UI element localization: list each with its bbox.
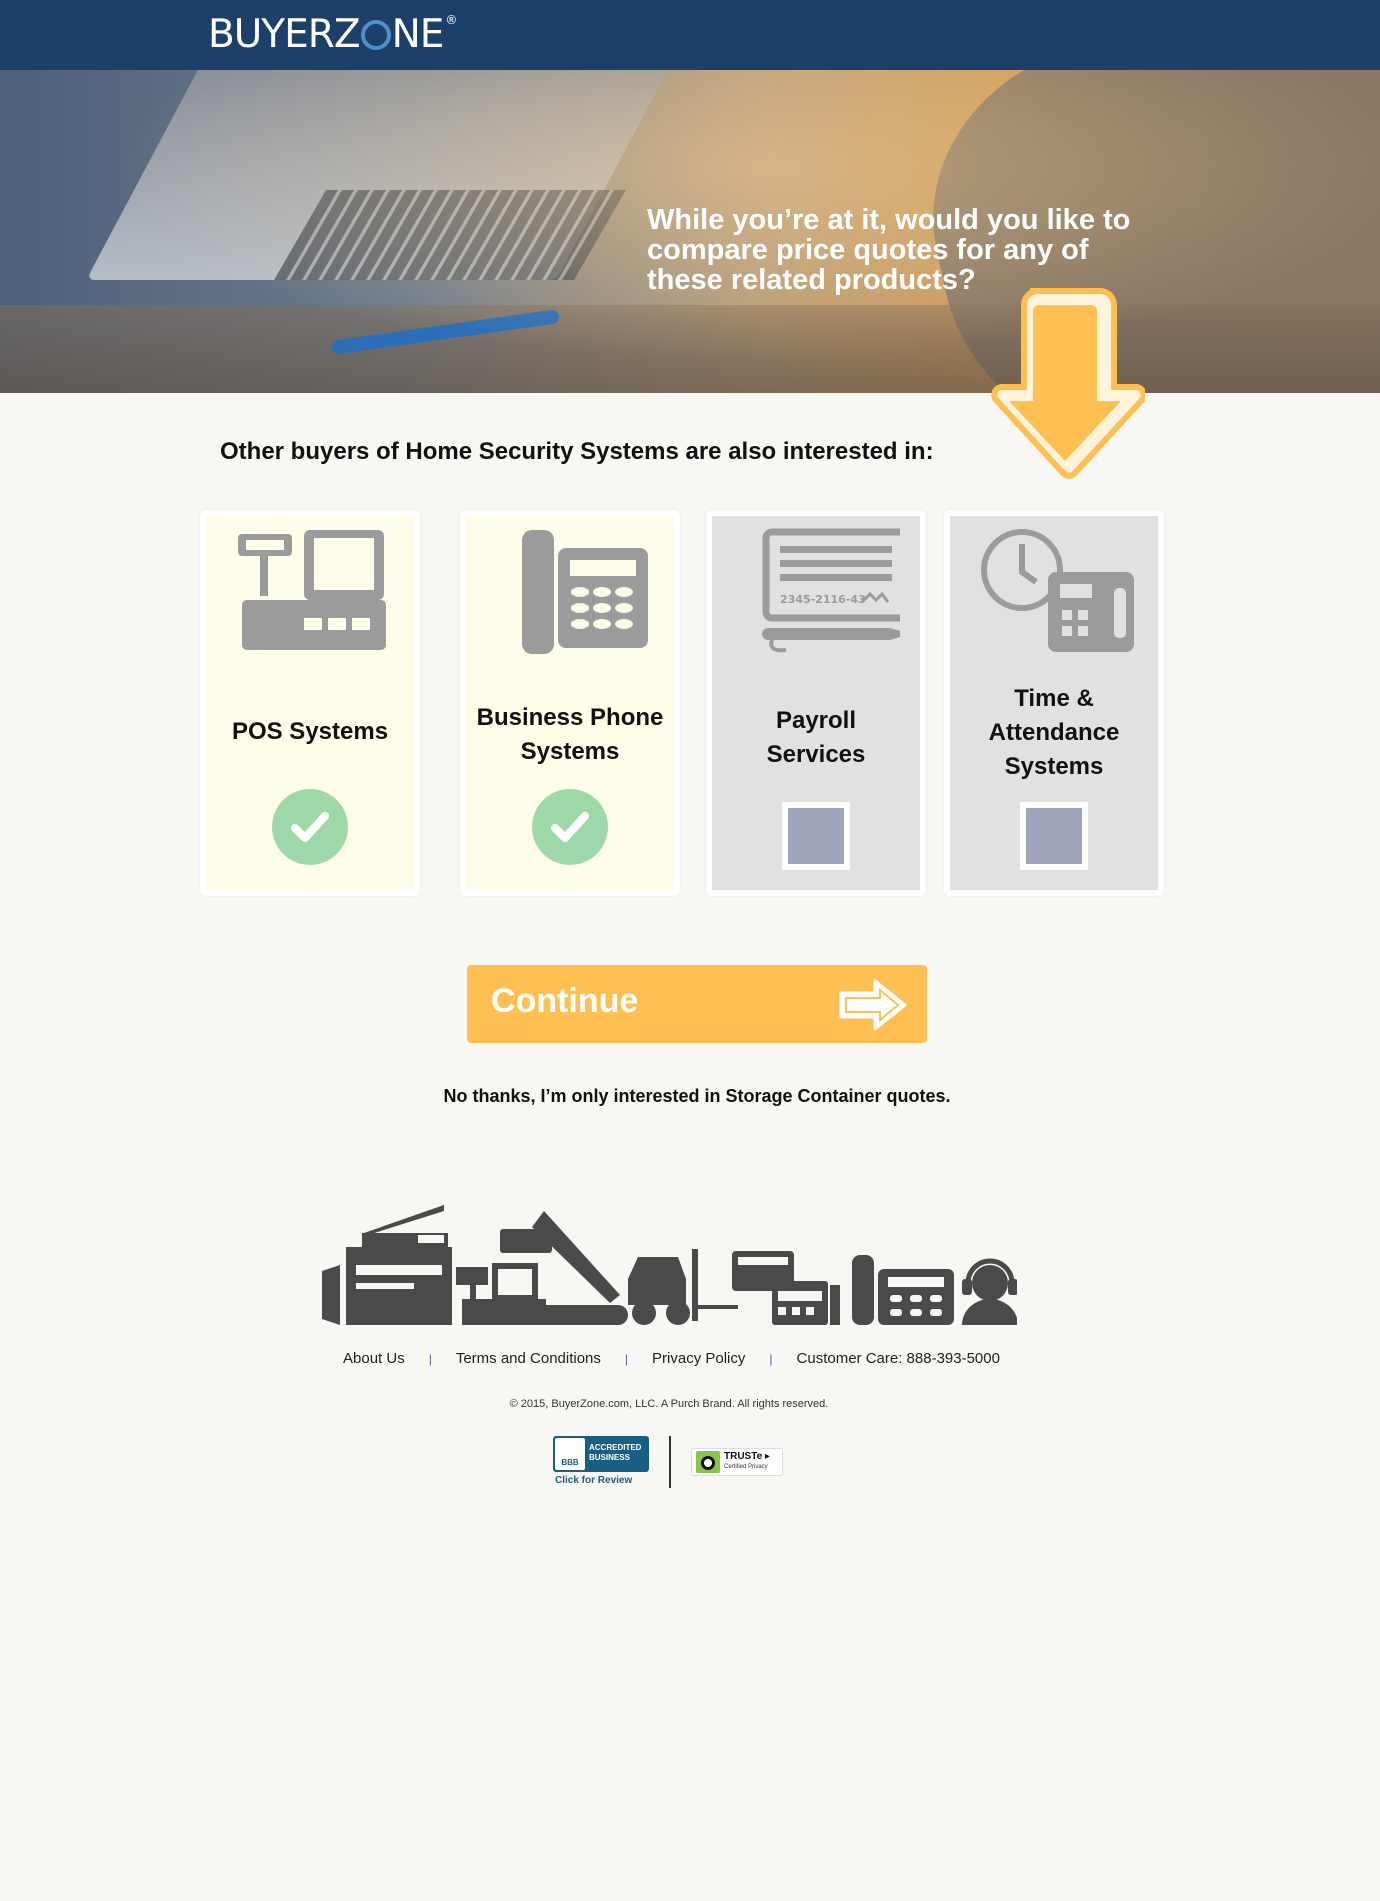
footer-separator: | xyxy=(624,1351,629,1366)
card-title-line-1: Payroll xyxy=(775,707,857,734)
card-title: POS Systems xyxy=(231,718,389,745)
logo-text-end: NE xyxy=(391,12,445,57)
unchecked-checkbox[interactable] xyxy=(782,802,850,870)
logo-o-ring-icon xyxy=(360,20,391,50)
card-payroll-services[interactable]: 2345-2116-43 Payroll Services xyxy=(706,510,926,896)
card-title-line-3: Systems xyxy=(1004,753,1104,780)
check-number: 2345-2116-43 xyxy=(780,593,866,606)
checkmark-icon[interactable] xyxy=(532,789,608,865)
related-products-heading: Other buyers of Home Security Systems ar… xyxy=(220,438,934,465)
card-title-line-1: Time & xyxy=(1014,685,1094,712)
card-title-line-2: Systems xyxy=(520,738,620,765)
footer-link-about[interactable]: About Us xyxy=(343,1350,405,1367)
hero-line-2: compare price quotes for any of xyxy=(647,234,1089,266)
paycheck-icon: 2345-2116-43 xyxy=(762,528,900,653)
right-arrow-icon xyxy=(839,979,907,1031)
checkmark-icon[interactable] xyxy=(272,789,348,865)
footer-links: About Us | Terms and Conditions | Privac… xyxy=(343,1350,1000,1367)
footer-separator: | xyxy=(769,1351,773,1366)
card-business-phone-systems[interactable]: Business Phone Systems xyxy=(460,510,680,896)
time-clock-icon xyxy=(981,529,1134,652)
pos-terminal-icon xyxy=(238,530,386,650)
card-title-line-1: Business Phone xyxy=(476,704,664,731)
bbb-accredited-line: ACCREDITED xyxy=(589,1443,642,1452)
buyerzone-logo[interactable]: BUYERZ NE ® xyxy=(208,12,457,58)
bbb-accredited-badge[interactable]: BBB ACCREDITED BUSINESS Click for Review xyxy=(553,1436,649,1488)
registered-mark: ® xyxy=(445,13,457,27)
truste-badge[interactable]: TRUSTe ▸ Certified Privacy xyxy=(691,1448,783,1476)
footer-link-privacy[interactable]: Privacy Policy xyxy=(652,1350,745,1367)
down-arrow-icon xyxy=(991,288,1145,479)
bbb-logo-text: BBB xyxy=(561,1458,579,1467)
product-silhouettes-icon xyxy=(322,1205,1017,1325)
card-time-attendance-systems[interactable]: Time & Attendance Systems xyxy=(944,510,1164,896)
logo-text: BUYERZ xyxy=(208,12,361,57)
hero-question: While you’re at it, would you like to co… xyxy=(647,205,1187,295)
badge-divider xyxy=(669,1436,671,1488)
copyright-text: © 2015, BuyerZone.com, LLC. A Purch Bran… xyxy=(509,1398,829,1410)
trust-badges: BBB ACCREDITED BUSINESS Click for Review… xyxy=(553,1436,783,1488)
truste-subtitle: Certified Privacy xyxy=(724,1464,768,1470)
card-title-line-2: Services xyxy=(766,741,866,768)
unchecked-checkbox[interactable] xyxy=(1020,802,1088,870)
no-thanks-link[interactable]: No thanks, I’m only interested in Storag… xyxy=(0,1086,1380,1107)
truste-name: TRUSTe ▸ xyxy=(724,1451,770,1462)
hero-line-1: While you’re at it, would you like to xyxy=(647,204,1131,236)
continue-label: Continue xyxy=(491,982,639,1020)
bbb-torch-icon: BBB xyxy=(555,1438,585,1470)
bbb-business-line: BUSINESS xyxy=(589,1453,630,1462)
bbb-accredited-text: ACCREDITED BUSINESS xyxy=(589,1443,641,1463)
office-phone-icon xyxy=(522,530,648,654)
card-pos-systems[interactable]: POS Systems xyxy=(200,510,420,896)
footer-link-terms[interactable]: Terms and Conditions xyxy=(456,1350,601,1367)
card-title-line-2: Attendance xyxy=(988,719,1120,746)
truste-text: TRUSTe ▸ Certified Privacy xyxy=(724,1452,770,1472)
continue-button[interactable]: Continue xyxy=(467,965,927,1043)
footer-customer-care: Customer Care: 888-393-5000 xyxy=(796,1350,1000,1367)
top-header-bar: BUYERZ NE ® xyxy=(0,0,1380,70)
bbb-review-link[interactable]: Click for Review xyxy=(555,1475,632,1486)
footer-separator: | xyxy=(428,1351,432,1366)
truste-seal-icon xyxy=(696,1451,720,1473)
